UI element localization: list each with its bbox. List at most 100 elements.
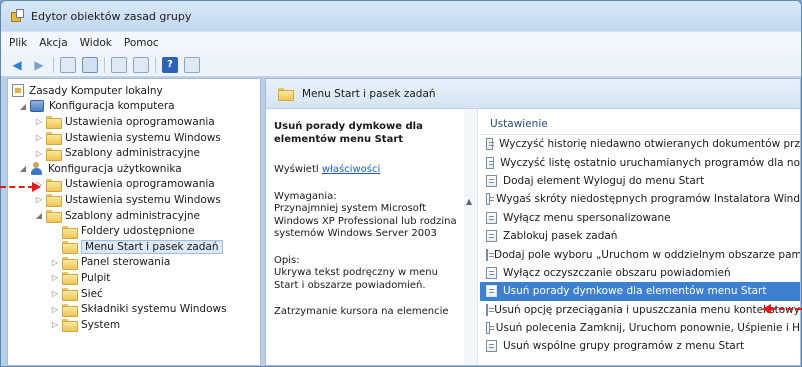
export-icon[interactable] — [133, 56, 149, 73]
setting-row[interactable]: Wygaś skróty niedostępnych programów Ins… — [480, 190, 800, 208]
requirements-label: Wymagania: — [274, 190, 337, 202]
tree-item-label: Foldery udostępnione — [81, 225, 195, 238]
tree-item-label: Ustawienia oprogramowania — [65, 115, 215, 128]
expand-arrow-icon[interactable]: ▷ — [34, 149, 44, 158]
tree-item[interactable]: ▷ Pulpit — [10, 270, 258, 286]
title-bar: Edytor obiektów zasad grupy — [1, 1, 801, 31]
description-more-text: Zatrzymanie kursora na elemencie — [274, 306, 449, 317]
tree-item[interactable]: Zasady Komputer lokalny — [10, 83, 258, 99]
tree-item-label: Panel sterowania — [81, 256, 171, 269]
settings-list: Ustawienie Wyczyść historię niedawno otw… — [480, 109, 800, 365]
tree-item[interactable]: ▷ Ustawienia oprogramowania — [10, 177, 258, 193]
folder-icon — [46, 194, 62, 208]
setting-row[interactable]: Wyczyść historię niedawno otwieranych do… — [480, 135, 800, 153]
details-panel: Menu Start i pasek zadań Usuń porady dym… — [265, 78, 801, 366]
forward-arrow-icon[interactable]: ▶ — [31, 57, 47, 73]
view-icon[interactable] — [184, 56, 200, 73]
menu-widok[interactable]: Widok — [80, 37, 112, 49]
annotation-dashed-line — [0, 186, 34, 188]
tree-item[interactable]: ▷ Składniki systemu Windows — [10, 301, 258, 317]
description-label: Opis: — [274, 254, 300, 266]
tree-item[interactable]: Foldery udostępnione — [10, 223, 258, 239]
scroll-up-arrow-icon[interactable]: ▲ — [466, 197, 472, 206]
expand-arrow-icon[interactable]: ▷ — [50, 289, 60, 298]
panel-header: Menu Start i pasek zadań — [266, 79, 800, 109]
setting-label: Wygaś skróty niedostępnych programów Ins… — [496, 193, 800, 206]
setting-row[interactable]: Usuń opcję przeciągania i upuszczania me… — [480, 301, 800, 319]
folder-icon — [62, 303, 78, 317]
tree-item-label: System — [81, 318, 121, 331]
splitter-scrollbar[interactable]: ▲ — [464, 109, 478, 365]
collapse-arrow-icon[interactable]: ◢ — [34, 211, 44, 220]
tree-item-label: Sieć — [81, 287, 103, 300]
toolbar: ◀ ▶ ? — [1, 53, 801, 77]
properties-icon[interactable] — [111, 56, 127, 73]
folder-icon — [46, 147, 62, 161]
up-folder-icon[interactable] — [60, 56, 76, 73]
properties-link[interactable]: właściwości — [322, 164, 380, 175]
setting-row[interactable]: Dodaj pole wyboru „Uruchom w oddzielnym … — [480, 245, 800, 263]
expand-arrow-icon[interactable]: ▷ — [50, 320, 60, 329]
help-icon[interactable]: ? — [162, 56, 178, 73]
setting-description: Usuń porady dymkowe dla elementów menu S… — [274, 121, 464, 319]
collapse-arrow-icon[interactable]: ◢ — [18, 164, 28, 173]
user-icon — [30, 162, 43, 176]
expand-arrow-icon[interactable]: ▷ — [50, 273, 60, 282]
tree-item[interactable]: ▷ Ustawienia oprogramowania — [10, 114, 258, 130]
menu-plik[interactable]: Plik — [9, 37, 27, 49]
tree-item-selected[interactable]: Menu Start i pasek zadań — [10, 239, 258, 255]
setting-label: Usuń polecenia Zamknij, Uruchom ponownie… — [495, 322, 800, 335]
setting-row[interactable]: Dodaj element Wyloguj do menu Start — [480, 172, 800, 190]
column-header-setting[interactable]: Ustawienie — [480, 109, 800, 135]
collapse-arrow-icon[interactable]: ◢ — [18, 102, 28, 111]
expand-arrow-icon[interactable]: ▷ — [34, 133, 44, 142]
folder-icon — [62, 272, 78, 286]
policy-setting-icon — [486, 156, 495, 169]
setting-row[interactable]: Zablokuj pasek zadań — [480, 227, 800, 245]
setting-label: Usuń porady dymkowe dla elementów menu S… — [503, 285, 767, 298]
setting-label: Wyczyść historię niedawno otwieranych do… — [499, 138, 800, 151]
policy-setting-icon — [486, 138, 495, 151]
show-prefix: Wyświetl — [274, 164, 319, 175]
setting-row[interactable]: Usuń polecenia Zamknij, Uruchom ponownie… — [480, 319, 800, 337]
setting-label: Zablokuj pasek zadań — [503, 230, 618, 243]
setting-label: Dodaj element Wyloguj do menu Start — [503, 174, 705, 187]
toolbar-separator — [104, 56, 105, 73]
tree-item-label: Konfiguracja użytkownika — [48, 162, 182, 175]
tree-item[interactable]: ◢ Konfiguracja komputera — [10, 99, 258, 115]
setting-row[interactable]: Wyłącz menu spersonalizowane — [480, 209, 800, 227]
folder-icon — [62, 225, 78, 239]
tree-item[interactable]: ◢ Szablony administracyjne — [10, 208, 258, 224]
folder-icon — [62, 288, 78, 302]
setting-row[interactable]: Wyczyść listę ostatnio uruchamianych pro… — [480, 153, 800, 171]
folder-icon — [46, 210, 62, 224]
tree-item-label: Ustawienia systemu Windows — [65, 131, 221, 144]
show-properties-line: Wyświetl właściwości — [274, 164, 464, 177]
tree-item[interactable]: ▷ Ustawienia systemu Windows — [10, 130, 258, 146]
expand-arrow-icon[interactable]: ▷ — [50, 305, 60, 314]
tree-item[interactable]: ◢ Konfiguracja użytkownika — [10, 161, 258, 177]
tree-item-label: Konfiguracja komputera — [49, 100, 175, 113]
tree-item[interactable]: ▷ Sieć — [10, 286, 258, 302]
expand-arrow-icon[interactable]: ▷ — [34, 195, 44, 204]
tree-item[interactable]: ▷ Panel sterowania — [10, 255, 258, 271]
policy-setting-icon — [486, 285, 497, 298]
tree-item[interactable]: ▷ System — [10, 317, 258, 333]
back-arrow-icon[interactable]: ◀ — [9, 57, 25, 73]
tree-item[interactable]: ▷ Szablony administracyjne — [10, 145, 258, 161]
menu-akcja[interactable]: Akcja — [39, 37, 67, 49]
tree-item-label: Szablony administracyjne — [65, 147, 200, 160]
annotation-dashed-line — [770, 308, 802, 310]
folder-icon — [62, 241, 78, 255]
show-tree-icon[interactable] — [82, 56, 98, 73]
setting-row[interactable]: Wyłącz oczyszczanie obszaru powiadomień — [480, 264, 800, 282]
setting-row-selected[interactable]: Usuń porady dymkowe dla elementów menu S… — [480, 282, 800, 301]
expand-arrow-icon[interactable]: ▷ — [34, 117, 44, 126]
folder-icon — [62, 319, 78, 333]
annotation-arrow-right — [762, 304, 802, 314]
setting-row[interactable]: Usuń wspólne grupy programów z menu Star… — [480, 337, 800, 355]
menu-pomoc[interactable]: Pomoc — [124, 37, 159, 49]
expand-arrow-icon[interactable]: ▷ — [50, 258, 60, 267]
folder-icon — [62, 256, 78, 270]
tree-item[interactable]: ▷ Ustawienia systemu Windows — [10, 192, 258, 208]
